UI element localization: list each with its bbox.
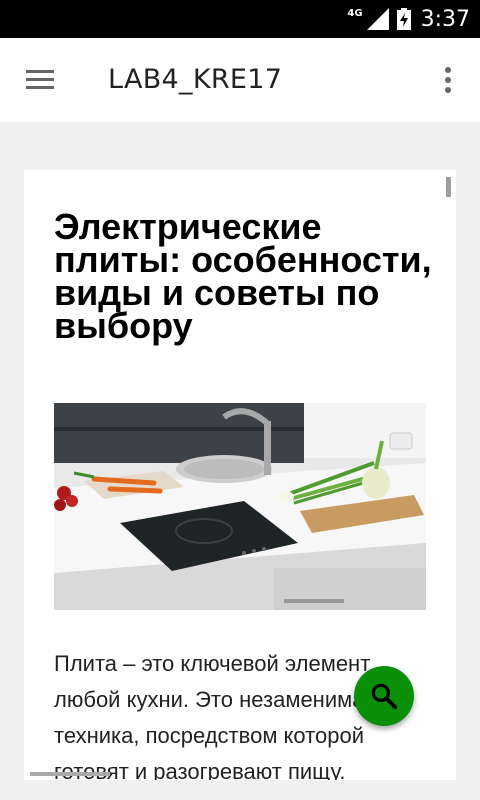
app-bar: LAB4_KRE17: [0, 38, 480, 122]
article-title: Электрические плиты: особенности, виды и…: [54, 206, 432, 346]
kitchen-cooktop-image: [54, 403, 426, 610]
article-image: [54, 403, 426, 610]
app-title: LAB4_KRE17: [108, 64, 283, 95]
network-type-label: 4G: [347, 7, 363, 19]
search-fab-button[interactable]: [354, 666, 414, 726]
search-icon: [371, 683, 398, 710]
signal-icon: [366, 8, 389, 30]
battery-charging-icon: [396, 8, 411, 30]
status-icons: 4G 3:37: [347, 0, 470, 38]
menu-icon[interactable]: [24, 66, 60, 94]
horizontal-scrollbar[interactable]: [30, 772, 110, 776]
status-clock: 3:37: [420, 6, 470, 32]
vertical-scrollbar[interactable]: [446, 177, 451, 197]
status-bar: 4G 3:37: [0, 0, 480, 38]
more-vert-icon[interactable]: [438, 64, 458, 96]
article-line: готовят и разогревают пищу.: [54, 759, 346, 780]
